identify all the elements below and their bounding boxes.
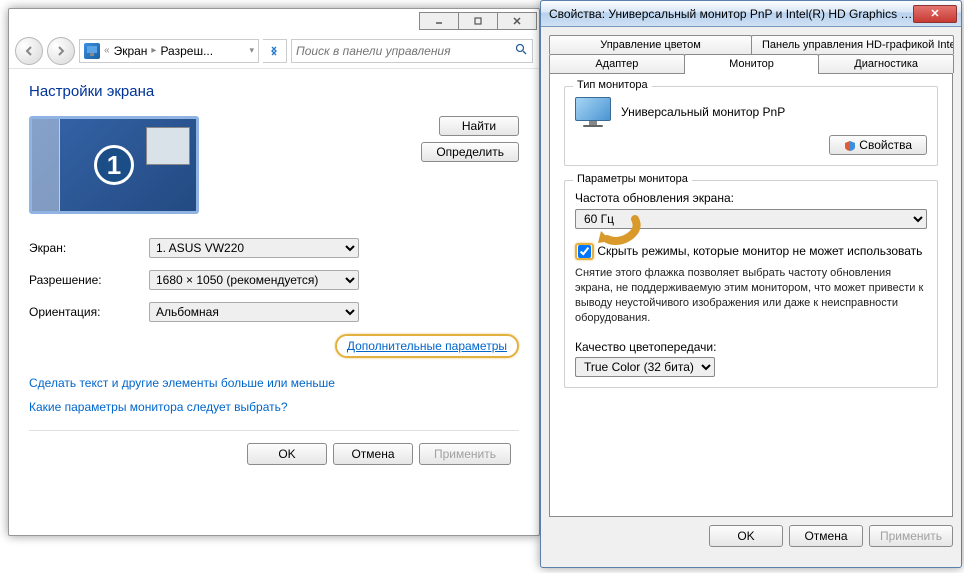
- close-button[interactable]: [497, 12, 537, 30]
- refresh-button[interactable]: [263, 39, 287, 63]
- control-panel-icon: [84, 43, 100, 59]
- breadcrumb-item-1[interactable]: Экран: [114, 44, 148, 58]
- label-hide-modes: Скрыть режимы, которые монитор не может …: [597, 244, 922, 258]
- maximize-button[interactable]: [458, 12, 498, 30]
- monitor-icon: [575, 97, 611, 127]
- link-which-params[interactable]: Какие параметры монитора следует выбрать…: [29, 400, 519, 414]
- window-display-settings: « Экран ▸ Разреш... ▾ Настройки экрана 1: [8, 8, 540, 536]
- group-title-monitor-type: Тип монитора: [573, 79, 652, 91]
- search-input[interactable]: [296, 44, 515, 58]
- select-color-quality[interactable]: True Color (32 бита): [575, 357, 715, 377]
- detect-button[interactable]: Определить: [421, 142, 519, 162]
- link-make-bigger[interactable]: Сделать текст и другие элементы больше и…: [29, 376, 519, 390]
- checkbox-highlight: [575, 243, 594, 260]
- cancel-button[interactable]: Отмена: [333, 443, 413, 465]
- titlebar-right: Свойства: Универсальный монитор PnP и In…: [541, 1, 961, 27]
- window-monitor-properties: Свойства: Универсальный монитор PnP и In…: [540, 0, 962, 568]
- monitor-preview[interactable]: 1: [29, 116, 199, 214]
- apply-button[interactable]: Применить: [419, 443, 511, 465]
- close-button[interactable]: ✕: [913, 5, 957, 23]
- page-title: Настройки экрана: [29, 83, 519, 100]
- find-button[interactable]: Найти: [439, 116, 519, 136]
- breadcrumb[interactable]: « Экран ▸ Разреш... ▾: [79, 39, 259, 63]
- search-icon: [515, 43, 528, 59]
- group-monitor-type: Тип монитора Универсальный монитор PnP С…: [564, 86, 938, 166]
- ok-button-right[interactable]: OK: [709, 525, 783, 547]
- navbar: « Экран ▸ Разреш... ▾: [9, 33, 539, 69]
- advanced-params-link[interactable]: Дополнительные параметры: [335, 334, 519, 358]
- select-refresh-rate[interactable]: 60 Гц: [575, 209, 927, 229]
- window-title: Свойства: Универсальный монитор PnP и In…: [549, 7, 913, 21]
- label-resolution: Разрешение:: [29, 273, 149, 287]
- label-quality: Качество цветопередачи:: [575, 340, 927, 354]
- breadcrumb-item-2[interactable]: Разреш...: [160, 44, 213, 58]
- nav-forward-button[interactable]: [47, 37, 75, 65]
- tab-intel-panel[interactable]: Панель управления HD-графикой Intel(R): [751, 35, 954, 54]
- shield-icon: [844, 140, 856, 152]
- display-number: 1: [94, 145, 134, 185]
- tab-diagnostics[interactable]: Диагностика: [818, 54, 954, 73]
- label-refresh: Частота обновления экрана:: [575, 191, 927, 205]
- tab-adapter[interactable]: Адаптер: [549, 54, 685, 73]
- tab-color-mgmt[interactable]: Управление цветом: [549, 35, 752, 54]
- checkbox-hide-modes[interactable]: [578, 245, 591, 258]
- group-title-monitor-params: Параметры монитора: [573, 173, 692, 185]
- minimize-button[interactable]: [419, 12, 459, 30]
- tab-monitor[interactable]: Монитор: [684, 54, 820, 74]
- nav-back-button[interactable]: [15, 37, 43, 65]
- titlebar-left: [9, 9, 539, 33]
- properties-button[interactable]: Свойства: [829, 135, 927, 155]
- select-resolution[interactable]: 1680 × 1050 (рекомендуется): [149, 270, 359, 290]
- select-orientation[interactable]: Альбомная: [149, 302, 359, 322]
- label-orientation: Ориентация:: [29, 305, 149, 319]
- cancel-button-right[interactable]: Отмена: [789, 525, 863, 547]
- hide-modes-desc: Снятие этого флажка позволяет выбрать ча…: [575, 266, 927, 325]
- monitor-name: Универсальный монитор PnP: [621, 105, 785, 119]
- select-display[interactable]: 1. ASUS VW220: [149, 238, 359, 258]
- apply-button-right[interactable]: Применить: [869, 525, 953, 547]
- searchbox[interactable]: [291, 39, 533, 63]
- ok-button[interactable]: OK: [247, 443, 327, 465]
- label-display: Экран:: [29, 241, 149, 255]
- group-monitor-params: Параметры монитора Частота обновления эк…: [564, 180, 938, 388]
